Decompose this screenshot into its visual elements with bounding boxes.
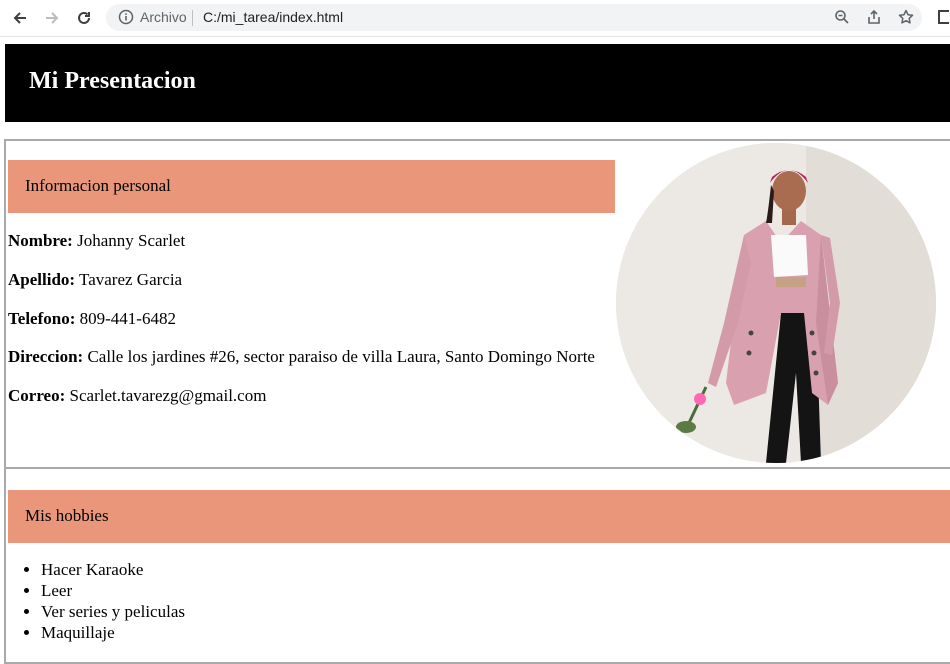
list-item: Leer	[41, 580, 185, 601]
field-correo: Correo: Scarlet.tavarezg@gmail.com	[8, 386, 266, 406]
field-value: Scarlet.tavarezg@gmail.com	[69, 386, 267, 405]
forward-button[interactable]	[40, 6, 64, 30]
field-label: Correo:	[8, 386, 66, 405]
section-heading: Mis hobbies	[25, 506, 109, 525]
field-value: Tavarez Garcia	[79, 270, 183, 289]
reload-icon	[78, 11, 90, 24]
section-heading-bar: Mis hobbies	[8, 490, 950, 543]
personal-info-section: Informacion personal Nombre: Johanny Sca…	[4, 139, 950, 469]
field-value: Johanny Scarlet	[77, 231, 186, 250]
page-title: Mi Presentacion	[29, 68, 196, 94]
list-item: Hacer Karaoke	[41, 559, 185, 580]
zoom-icon[interactable]	[834, 9, 850, 25]
field-label: Direccion:	[8, 347, 84, 366]
back-button[interactable]	[8, 6, 32, 30]
star-icon[interactable]	[898, 9, 914, 25]
profile-photo-illustration	[616, 143, 936, 463]
section-heading-bar: Informacion personal	[8, 160, 615, 213]
list-item: Maquillaje	[41, 622, 185, 643]
scheme-label: Archivo	[140, 9, 187, 25]
reload-button[interactable]	[72, 6, 96, 30]
divider	[192, 10, 193, 26]
info-icon[interactable]	[118, 9, 134, 25]
profile-photo	[616, 143, 936, 463]
section-heading: Informacion personal	[25, 176, 171, 195]
arrow-left-icon	[13, 12, 26, 24]
address-bar[interactable]: Archivo C:/mi_tarea/index.html	[106, 4, 922, 31]
page-header: Mi Presentacion	[5, 44, 950, 122]
side-panel-icon[interactable]	[938, 10, 949, 24]
field-value: Calle los jardines #26, sector paraiso d…	[87, 347, 595, 366]
browser-toolbar: Archivo C:/mi_tarea/index.html	[0, 0, 950, 37]
field-nombre: Nombre: Johanny Scarlet	[8, 231, 185, 251]
field-value: 809-441-6482	[79, 309, 176, 328]
url-text[interactable]: C:/mi_tarea/index.html	[203, 9, 343, 25]
field-telefono: Telefono: 809-441-6482	[8, 309, 176, 329]
field-label: Telefono:	[8, 309, 76, 328]
hobbies-section: Mis hobbies Hacer Karaoke Leer Ver serie…	[4, 467, 950, 664]
hobby-list: Hacer Karaoke Leer Ver series y pelicula…	[8, 559, 185, 643]
share-icon[interactable]	[866, 9, 882, 25]
field-label: Nombre:	[8, 231, 73, 250]
list-item: Ver series y peliculas	[41, 601, 185, 622]
field-label: Apellido:	[8, 270, 76, 289]
field-apellido: Apellido: Tavarez Garcia	[8, 270, 182, 290]
field-direccion: Direccion: Calle los jardines #26, secto…	[8, 347, 595, 367]
arrow-right-icon	[46, 12, 59, 24]
